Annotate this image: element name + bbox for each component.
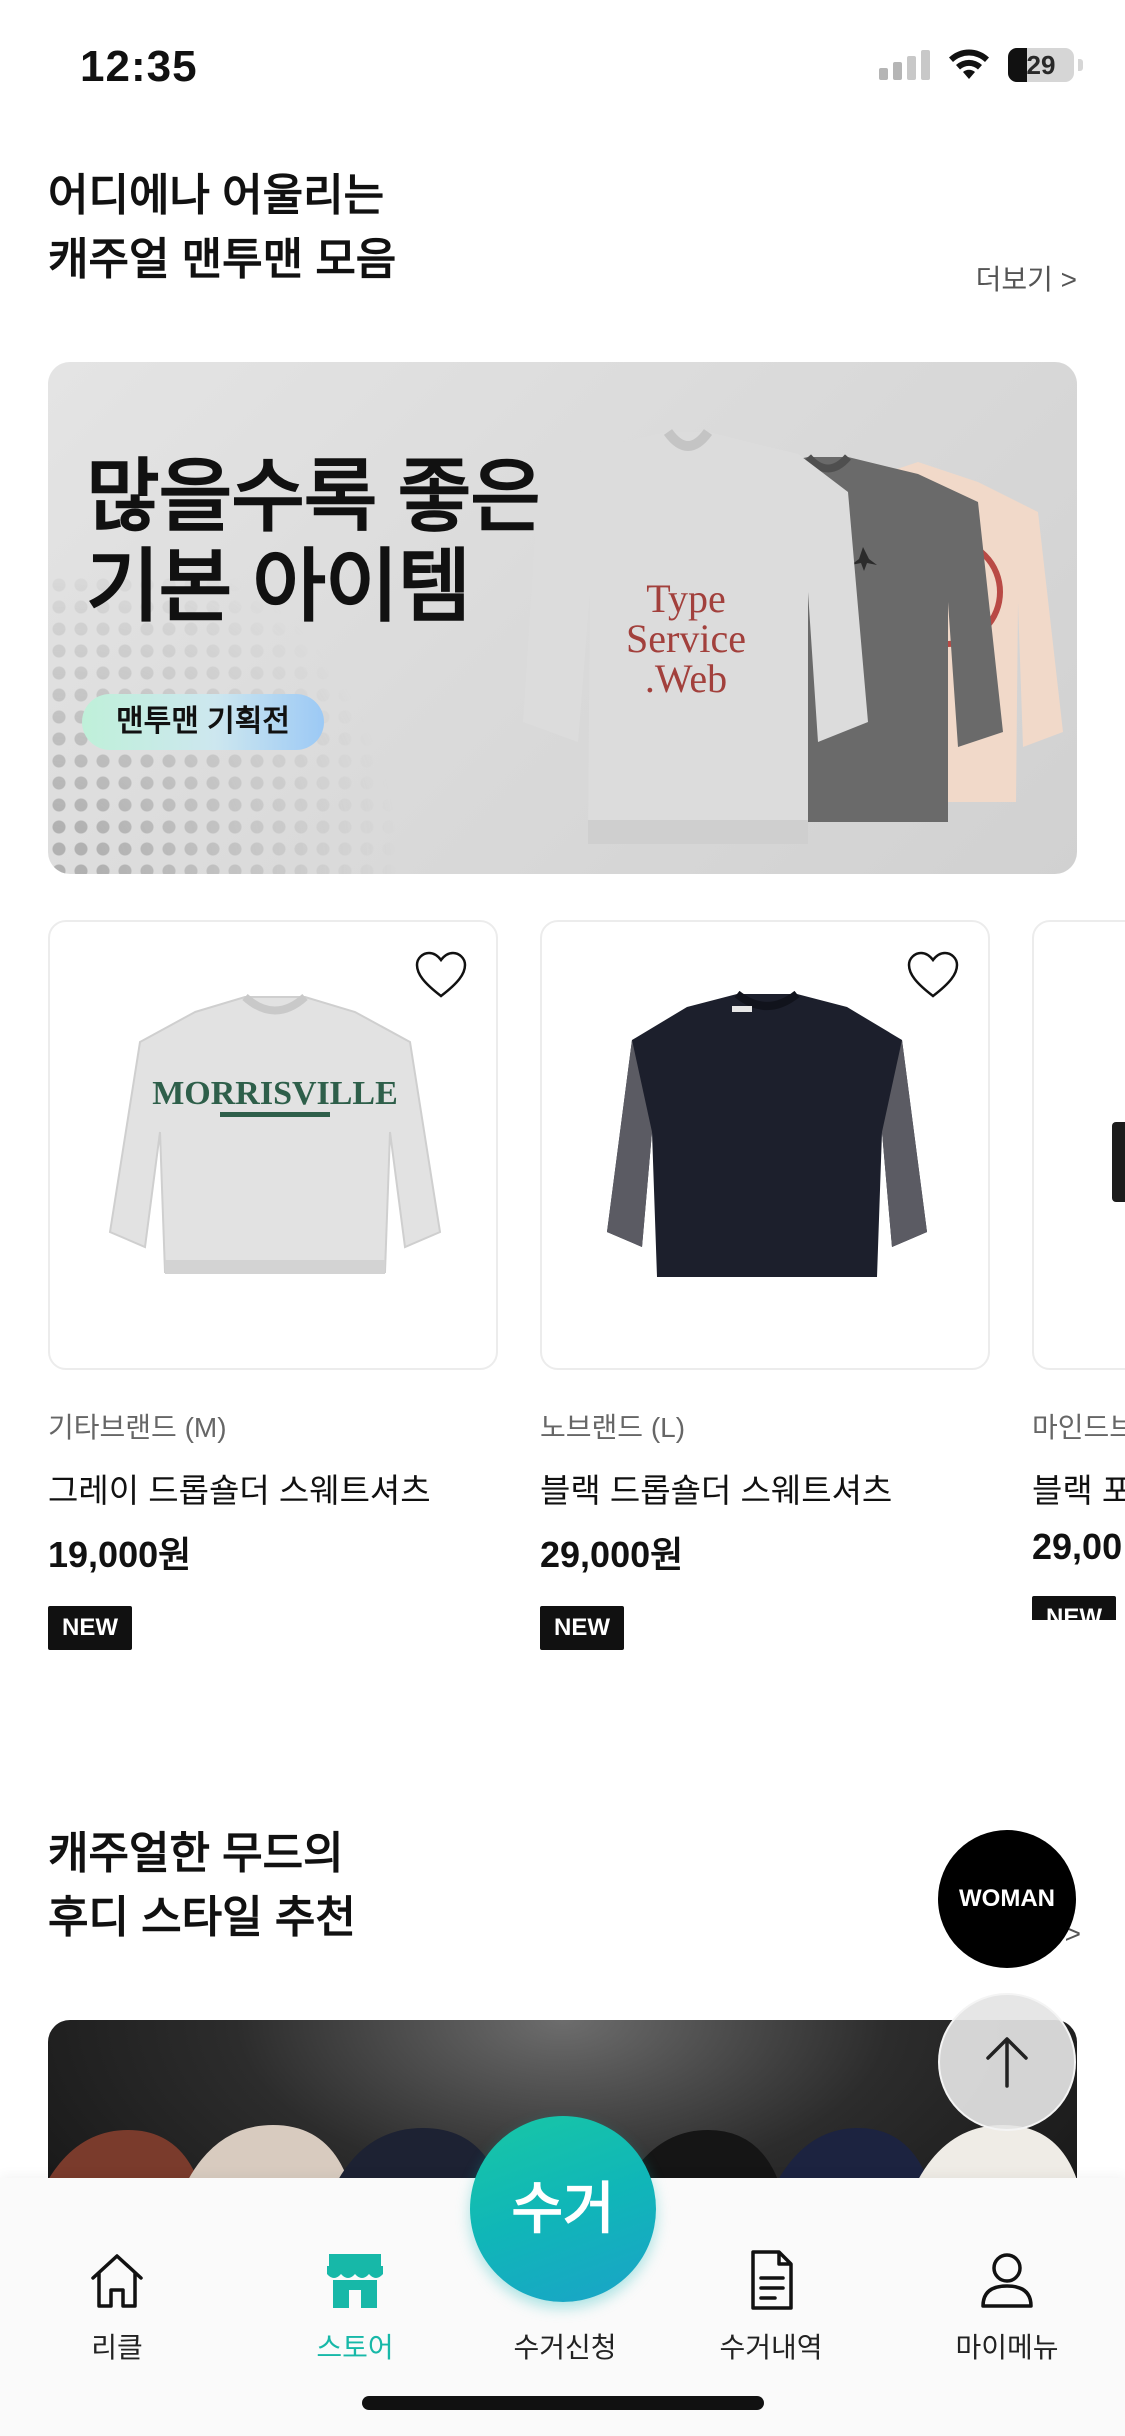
woman-filter-button[interactable]: WOMAN — [938, 1830, 1076, 1968]
tab-label: 수거내역 — [719, 2332, 823, 2363]
section-title-line: 어디에나 어울리는 — [48, 171, 385, 220]
store-screen: 12:35 29 어디에나 어울리는 캐주얼 맨투맨 모음 더보기 > 많을수록… — [0, 0, 1125, 2436]
tab-label: 스토어 — [316, 2332, 394, 2363]
section-title: 캐주얼한 무드의 후디 스타일 추천 — [48, 1822, 356, 1950]
battery-icon: 29 — [1008, 48, 1074, 82]
product-name: 그레이 드롭숄더 스웨트셔츠 — [48, 1472, 431, 1509]
product-name: 블랙 포 — [1032, 1472, 1125, 1509]
section-title-line: 캐주얼한 무드의 — [48, 1829, 344, 1878]
home-indicator[interactable] — [362, 2396, 764, 2410]
new-badge: NEW — [48, 1606, 132, 1650]
print-text: .Web — [645, 656, 727, 701]
tab-home[interactable]: 리클 — [22, 2248, 212, 2366]
heart-icon[interactable] — [414, 950, 468, 1000]
new-badge: NEW — [1032, 1596, 1116, 1620]
status-time: 12:35 — [80, 42, 198, 91]
print-text: Type — [646, 576, 725, 621]
store-icon — [327, 2254, 383, 2308]
new-badge: NEW — [540, 1606, 624, 1650]
home-icon — [91, 2254, 143, 2308]
product-item[interactable]: MORRISVILLE 기타브랜드 (M) 그레이 드롭숄더 스웨트셔츠 19,… — [48, 920, 498, 1650]
status-bar: 12:35 29 — [0, 0, 1125, 140]
print-text: Service — [626, 616, 746, 661]
gray-sweatshirt-image: MORRISVILLE — [108, 993, 442, 1274]
banner-headline: 기본 아이템 — [86, 542, 471, 631]
black-sweatshirt-image — [607, 990, 927, 1277]
product-image-card[interactable]: MORRISVILLE — [48, 920, 498, 1370]
battery-level: 29 — [1026, 50, 1056, 80]
product-item[interactable]: 마인드브 블랙 포 29,00 NEW — [1032, 920, 1125, 1620]
section-title-line: 캐주얼 맨투맨 모음 — [48, 235, 397, 284]
product-item[interactable]: 노브랜드 (L) 블랙 드롭숄더 스웨트셔츠 29,000원 NEW — [540, 920, 990, 1650]
collect-button[interactable]: 수거 — [470, 2116, 656, 2302]
section-title: 어디에나 어울리는 캐주얼 맨투맨 모음 — [48, 164, 396, 292]
product-price: 29,00 — [1032, 1526, 1123, 1567]
arrow-up-icon — [986, 2037, 1028, 2088]
more-link[interactable]: 더보기 > — [976, 258, 1077, 298]
scroll-top-button[interactable] — [938, 1993, 1076, 2131]
product-image-card[interactable] — [540, 920, 990, 1370]
cellular-signal-icon — [879, 50, 930, 80]
product-name: 블랙 드롭숄더 스웨트셔츠 — [540, 1472, 893, 1509]
tab-store[interactable]: 스토어 — [260, 2248, 450, 2366]
product-brand: 기타브랜드 (M) — [48, 1412, 227, 1443]
section-title-line: 후디 스타일 추천 — [48, 1893, 356, 1942]
person-icon — [981, 2253, 1033, 2308]
product-image-partial — [1112, 1122, 1125, 1202]
document-icon — [751, 2250, 793, 2310]
product-image-card[interactable] — [1032, 920, 1125, 1370]
tab-label: 마이메뉴 — [955, 2332, 1059, 2363]
heart-icon[interactable] — [906, 950, 960, 1000]
tab-my-menu[interactable]: 마이메뉴 — [912, 2248, 1102, 2366]
tab-label[interactable]: 수거신청 — [470, 2326, 660, 2366]
banner-chip[interactable]: 맨투맨 기획전 — [82, 694, 324, 750]
sweatshirt-stack-image: Type Service .Web — [523, 428, 1063, 844]
tab-label: 리클 — [91, 2332, 143, 2363]
battery-cap — [1078, 59, 1083, 71]
product-price: 29,000원 — [540, 1534, 684, 1575]
wifi-icon — [949, 49, 989, 79]
promo-banner[interactable]: 많을수록 좋은 기본 아이템 맨투맨 기획전 Type Service .Web — [48, 362, 1077, 874]
product-brand: 마인드브 — [1032, 1412, 1125, 1443]
print-text: MORRISVILLE — [152, 1075, 398, 1112]
product-brand: 노브랜드 (L) — [540, 1412, 686, 1443]
status-icons: 29 — [879, 48, 1083, 82]
product-price: 19,000원 — [48, 1534, 192, 1575]
tab-history[interactable]: 수거내역 — [676, 2248, 866, 2366]
